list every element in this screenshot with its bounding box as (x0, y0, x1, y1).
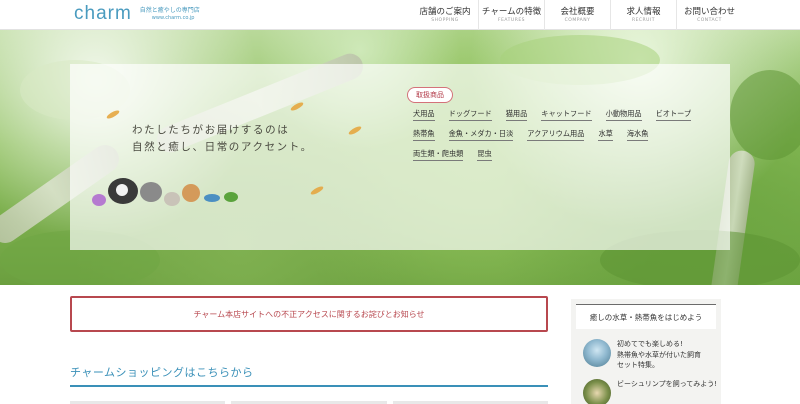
product-category-list: 犬用品 ドッグフード 猫用品 キャットフード 小動物用品 ビオトープ 熱帯魚 金… (413, 108, 723, 165)
site-header: charm 自然と癒やしの専門店 www.charm.co.jp 店舗のご案内 … (0, 0, 800, 30)
nav-sublabel: RECRUIT (631, 17, 656, 23)
category-link-cat-food[interactable]: キャットフード (541, 108, 592, 121)
nav-label: 求人情報 (626, 6, 661, 17)
feather-icon (289, 101, 305, 112)
sidebar-item-text: 初めてでも楽しめる! 熱帯魚や水草が付いた飼育 セット特集。 (617, 339, 701, 371)
sidebar-item-starter-set[interactable]: 初めてでも楽しめる! 熱帯魚や水草が付いた飼育 セット特集。 (583, 339, 718, 371)
category-link-aquarium[interactable]: アクアリウム用品 (527, 128, 585, 141)
section-divider (70, 385, 548, 387)
main-content: チャーム本店サイトへの不正アクセスに関するお詫びとお知らせ チャームショッピング… (0, 285, 800, 404)
sidebar-item-line: セット特集。 (617, 361, 659, 369)
products-badge: 取扱商品 (407, 87, 453, 103)
hero-tagline: わたしたちがお届けするのは 自然と癒し、日常のアクセント。 (132, 122, 313, 156)
category-link-water-plants[interactable]: 水草 (598, 128, 613, 141)
aquarium-thumbnail (583, 339, 611, 367)
sidebar-item-line: ビーシュリンプを飼ってみよう! (617, 380, 718, 388)
nav-item-contact[interactable]: お問い合わせ CONTACT (676, 0, 742, 30)
tagline-line-2: 自然と癒し、日常のアクセント。 (132, 141, 313, 153)
security-notice-banner[interactable]: チャーム本店サイトへの不正アクセスに関するお詫びとお知らせ (70, 296, 548, 332)
logo-subtext: 自然と癒やしの専門店 www.charm.co.jp (140, 7, 200, 22)
feather-icon (347, 125, 363, 136)
flower-icon (92, 194, 106, 206)
category-link-marine-fish[interactable]: 海水魚 (626, 128, 649, 141)
category-link-reptiles[interactable]: 両生類・爬虫類 (413, 148, 464, 161)
cat-icon (164, 192, 180, 206)
frog-icon (224, 192, 238, 202)
nav-sublabel: SHOPPING (431, 17, 459, 23)
nav-label: 会社概要 (560, 6, 595, 17)
nav-item-company[interactable]: 会社概要 COMPANY (544, 0, 610, 30)
sidebar-item-line: 初めてでも楽しめる! (617, 340, 683, 348)
logo-wordmark[interactable]: charm (74, 4, 132, 24)
dog-icon (140, 182, 162, 202)
category-link-cat-supplies[interactable]: 猫用品 (505, 108, 528, 121)
foliage-decoration (730, 70, 800, 160)
shopping-section-title: チャームショッピングはこちらから (70, 366, 254, 379)
nav-sublabel: CONTACT (697, 17, 722, 23)
nav-item-recruit[interactable]: 求人情報 RECRUIT (610, 0, 676, 30)
site-logo[interactable]: charm 自然と癒やしの専門店 www.charm.co.jp (74, 4, 200, 24)
feather-icon (309, 185, 325, 196)
category-link-goldfish[interactable]: 金魚・メダカ・日淡 (448, 128, 514, 141)
global-nav: 店舗のご案内 SHOPPING チャームの特徴 FEATURES 会社概要 CO… (412, 0, 742, 30)
nav-label: お問い合わせ (683, 6, 735, 17)
nav-label: チャームの特徴 (481, 6, 542, 17)
pet-animals-illustration (90, 176, 242, 212)
hero-banner: わたしたちがお届けするのは 自然と癒し、日常のアクセント。 取扱商品 犬用品 ド… (0, 30, 800, 285)
category-link-dog-supplies[interactable]: 犬用品 (413, 108, 435, 121)
sidebar: 癒しの水草・熱帯魚をはじめよう 初めてでも楽しめる! 熱帯魚や水草が付いた飼育 … (571, 299, 721, 404)
nav-sublabel: COMPANY (564, 17, 591, 23)
sidebar-heading: 癒しの水草・熱帯魚をはじめよう (576, 304, 716, 329)
shrimp-thumbnail (583, 379, 611, 404)
hero-panel: わたしたちがお届けするのは 自然と癒し、日常のアクセント。 取扱商品 犬用品 ド… (70, 64, 730, 250)
cat-icon (182, 184, 200, 202)
category-link-biotope[interactable]: ビオトープ (655, 108, 692, 121)
category-link-dog-food[interactable]: ドッグフード (448, 108, 492, 121)
sidebar-item-text: ビーシュリンプを飼ってみよう! (617, 379, 717, 390)
nav-label: 店舗のご案内 (419, 6, 471, 17)
nav-item-features[interactable]: チャームの特徴 FEATURES (478, 0, 544, 30)
logo-url: www.charm.co.jp (151, 14, 195, 21)
nav-sublabel: FEATURES (497, 17, 526, 23)
nav-item-shopping[interactable]: 店舗のご案内 SHOPPING (412, 0, 478, 30)
sidebar-item-bee-shrimp[interactable]: ビーシュリンプを飼ってみよう! (583, 379, 718, 404)
dog-icon (116, 184, 128, 196)
category-link-small-animal[interactable]: 小動物用品 (605, 108, 642, 121)
sidebar-item-line: 熱帯魚や水草が付いた飼育 (617, 350, 701, 359)
logo-tagline: 自然と癒やしの専門店 (139, 6, 200, 14)
bird-icon (204, 194, 220, 202)
feather-icon (105, 109, 121, 120)
category-link-tropical-fish[interactable]: 熱帯魚 (413, 128, 435, 141)
category-link-insects[interactable]: 昆虫 (477, 148, 492, 161)
tagline-line-1: わたしたちがお届けするのは (132, 124, 290, 136)
